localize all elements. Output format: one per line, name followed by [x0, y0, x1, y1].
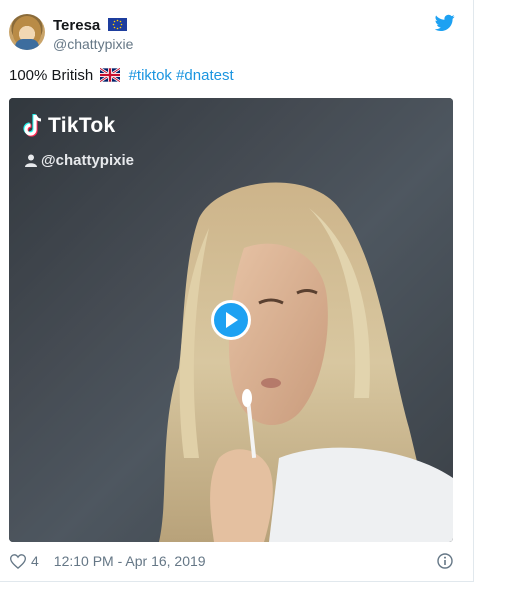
tiktok-brand-text: TikTok	[48, 114, 116, 137]
info-icon[interactable]	[437, 553, 453, 569]
play-button[interactable]	[211, 300, 251, 340]
tweet-text-prefix: 100% British	[9, 67, 94, 84]
tiktok-watermark: TikTok	[23, 114, 116, 138]
author-handle[interactable]: @chattypixie	[53, 36, 133, 52]
tweet-timestamp[interactable]: 12:10 PM - Apr 16, 2019	[54, 553, 206, 569]
tweet-card: Teresa @chattypixie 100% British #tiktok…	[0, 0, 474, 582]
like-count[interactable]: 4	[31, 553, 39, 569]
tiktok-note-icon	[23, 114, 42, 137]
author-name[interactable]: Teresa	[53, 17, 100, 34]
heart-icon[interactable]	[10, 553, 26, 569]
uk-flag-icon	[99, 67, 122, 83]
hashtag-tiktok[interactable]: #tiktok	[129, 67, 172, 84]
tiktok-username: @chattypixie	[25, 152, 134, 169]
video-player[interactable]: TikTok @chattypixie	[9, 98, 453, 542]
person-icon	[25, 154, 37, 167]
play-icon	[226, 312, 238, 328]
tweet-text: 100% British #tiktok #dnatest	[9, 67, 234, 84]
tiktok-username-text: @chattypixie	[41, 152, 134, 169]
tweet-footer: 4 12:10 PM - Apr 16, 2019	[10, 551, 206, 571]
hashtag-dnatest[interactable]: #dnatest	[176, 67, 234, 84]
twitter-bird-icon[interactable]	[435, 14, 455, 32]
eu-flag-icon	[108, 18, 127, 31]
avatar[interactable]	[9, 14, 45, 50]
